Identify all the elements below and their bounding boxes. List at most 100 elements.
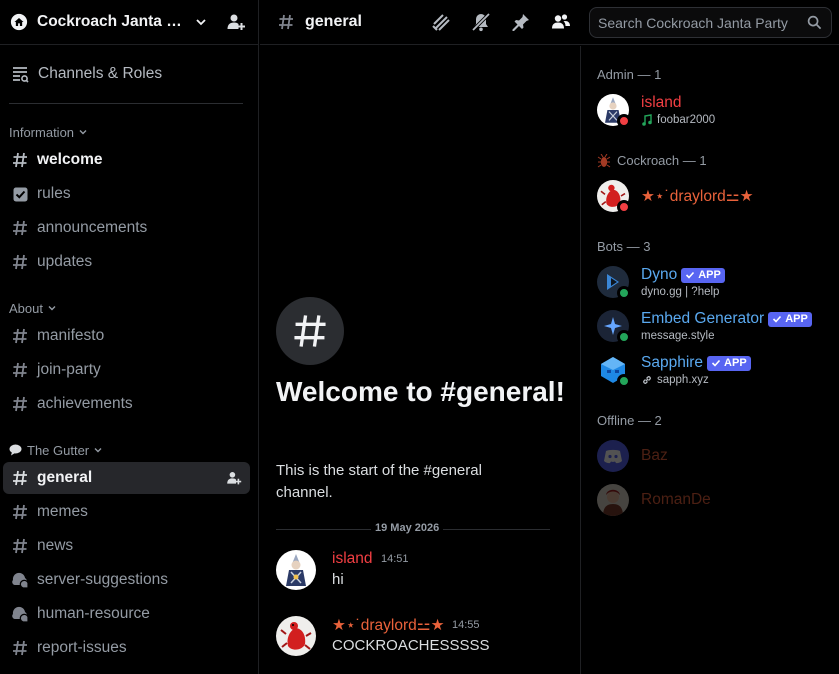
channel-memes[interactable]: memes xyxy=(3,496,250,528)
welcome-title: Welcome to #general! xyxy=(276,376,565,407)
hash-icon xyxy=(10,252,30,272)
category-label: Information xyxy=(9,124,75,140)
channel-report-issues[interactable]: report-issues xyxy=(3,632,250,664)
member-group-header: Bots — 3 xyxy=(597,239,650,254)
channel-human-resource[interactable]: human-resource xyxy=(3,598,250,630)
channel-achievements[interactable]: achievements xyxy=(3,388,250,420)
member-draylord[interactable]: ★⋆˙draylord⚍★ xyxy=(597,180,832,220)
category-the-gutter[interactable]: The Gutter xyxy=(9,440,103,460)
member-name-text: Sapphire xyxy=(641,354,704,371)
member-activity: sapph.xyz xyxy=(641,374,709,386)
category-information[interactable]: Information xyxy=(9,122,88,142)
channel-updates[interactable]: updates xyxy=(3,246,250,278)
channel-server-suggestions[interactable]: server-suggestions xyxy=(3,564,250,596)
avatar[interactable] xyxy=(276,550,316,590)
message-author[interactable]: island xyxy=(332,550,373,568)
channel-label: general xyxy=(37,469,93,486)
hash-icon xyxy=(10,360,30,380)
avatar xyxy=(597,484,629,516)
create-invite-icon[interactable] xyxy=(226,470,242,486)
search-icon xyxy=(807,15,823,31)
message-timestamp: 14:51 xyxy=(381,553,409,565)
channel-label: updates xyxy=(37,253,93,270)
member-baz[interactable]: Baz xyxy=(597,440,832,480)
member-list-icon[interactable] xyxy=(550,11,572,33)
server-name: Cockroach Janta Party xyxy=(37,13,189,30)
member-name: Sapphire APP xyxy=(641,354,751,372)
forum-icon xyxy=(10,570,30,590)
message[interactable]: island 14:51 hi xyxy=(276,550,566,596)
hash-icon xyxy=(10,150,30,170)
member-sapphire[interactable]: Sapphire APP sapph.xyz xyxy=(597,354,832,394)
message[interactable]: ★⋆˙draylord⚍★ 14:55 COCKROACHESSSSS xyxy=(276,616,566,662)
threads-icon[interactable] xyxy=(430,11,452,33)
hash-icon xyxy=(10,502,30,522)
app-badge: APP xyxy=(768,311,812,327)
member-island[interactable]: island foobar2000 xyxy=(597,94,832,134)
member-group-header: Cockroach — 1 xyxy=(597,153,707,168)
channel-rules[interactable]: rules xyxy=(3,178,250,210)
hash-icon xyxy=(10,468,30,488)
channel-label: welcome xyxy=(37,151,103,168)
search-bar[interactable] xyxy=(589,7,832,38)
member-name: RomanDe xyxy=(641,491,711,508)
sidebar-divider xyxy=(9,103,243,104)
message-timestamp: 14:55 xyxy=(452,619,480,631)
invite-people-icon[interactable] xyxy=(225,11,247,33)
channel-announcements[interactable]: announcements xyxy=(3,212,250,244)
check-icon xyxy=(711,358,721,368)
channel-label: join-party xyxy=(37,361,101,378)
avatar[interactable] xyxy=(276,616,316,656)
member-name: island xyxy=(641,94,682,111)
group-label: Admin — 1 xyxy=(597,67,662,82)
chevron-down-icon xyxy=(195,16,207,28)
member-list: Admin — 1 island foobar2000 Cockroach — … xyxy=(580,46,839,674)
group-label: Bots — 3 xyxy=(597,239,651,254)
avatar xyxy=(597,440,629,472)
message-author[interactable]: ★⋆˙draylord⚍★ xyxy=(332,616,445,635)
message-text: COCKROACHESSSSS xyxy=(332,637,490,654)
channel-label: news xyxy=(37,537,74,554)
group-label: Cockroach — 1 xyxy=(617,153,707,168)
badge-label: APP xyxy=(698,269,721,281)
member-name: Baz xyxy=(641,447,668,464)
cockroach-icon xyxy=(597,153,611,168)
member-romande[interactable]: RomanDe xyxy=(597,484,832,524)
pin-icon[interactable] xyxy=(510,11,532,33)
forum-icon xyxy=(10,604,30,624)
channels-and-roles-item[interactable]: Channels & Roles xyxy=(8,57,243,91)
music-note-icon xyxy=(641,114,653,126)
member-activity: message.style xyxy=(641,330,715,342)
channel-manifesto[interactable]: manifesto xyxy=(3,320,250,352)
hash-icon xyxy=(10,394,30,414)
channel-hash-icon xyxy=(276,297,344,365)
hash-icon xyxy=(10,536,30,556)
category-label: The Gutter xyxy=(27,442,90,458)
channel-join-party[interactable]: join-party xyxy=(3,354,250,386)
channel-label: report-issues xyxy=(37,639,127,656)
category-about[interactable]: About xyxy=(9,298,57,318)
category-label: About xyxy=(9,300,43,316)
notifications-muted-icon[interactable] xyxy=(470,11,492,33)
badge-label: APP xyxy=(724,357,747,369)
member-embed-generator[interactable]: Embed Generator APP message.style xyxy=(597,310,832,350)
search-input[interactable] xyxy=(598,14,798,31)
status-online-icon xyxy=(617,374,631,388)
chat-area: Welcome to #general! This is the start o… xyxy=(260,46,580,674)
channel-general[interactable]: general xyxy=(3,462,250,494)
status-online-icon xyxy=(617,286,631,300)
home-icon xyxy=(9,12,29,32)
channel-news[interactable]: news xyxy=(3,530,250,562)
channels-and-roles-label: Channels & Roles xyxy=(38,65,163,82)
hash-icon xyxy=(10,638,30,658)
activity-text: sapph.xyz xyxy=(657,374,709,386)
message-text: hi xyxy=(332,571,344,588)
channel-label: achievements xyxy=(37,395,133,412)
member-activity: dyno.gg | ?help xyxy=(641,286,720,298)
channel-welcome[interactable]: welcome xyxy=(3,144,250,176)
status-online-icon xyxy=(617,330,631,344)
server-header[interactable]: Cockroach Janta Party xyxy=(0,0,259,45)
member-dyno[interactable]: Dyno APP dyno.gg | ?help xyxy=(597,266,832,306)
channel-title: general xyxy=(305,13,362,30)
activity-text: foobar2000 xyxy=(657,114,716,126)
